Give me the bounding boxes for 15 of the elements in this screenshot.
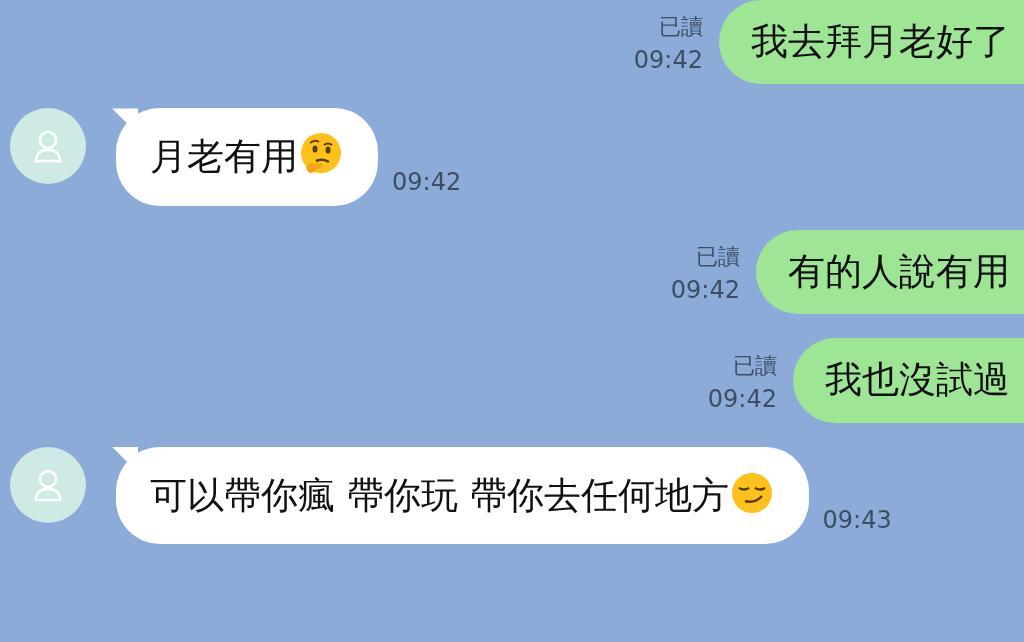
message-time: 09:42: [633, 46, 703, 75]
person-icon: [33, 467, 63, 502]
read-receipt: 已讀: [696, 243, 740, 272]
sent-message: 我去拜月老好了: [719, 0, 1024, 85]
message-time: 09:42: [670, 276, 740, 305]
read-receipt: 已讀: [659, 13, 703, 42]
message-text: 可以帶你瘋 帶你玩 帶你去任何地方: [150, 473, 729, 517]
message-time: 09:43: [822, 506, 892, 537]
person-icon: [33, 129, 63, 164]
message-time: 09:42: [392, 168, 462, 199]
message-time: 09:42: [707, 384, 777, 413]
sent-message: 我也沒試過: [793, 338, 1024, 423]
read-receipt: 已讀: [733, 351, 777, 380]
message-text: 月老有用: [150, 135, 298, 179]
sent-message: 有的人說有用: [756, 230, 1024, 315]
